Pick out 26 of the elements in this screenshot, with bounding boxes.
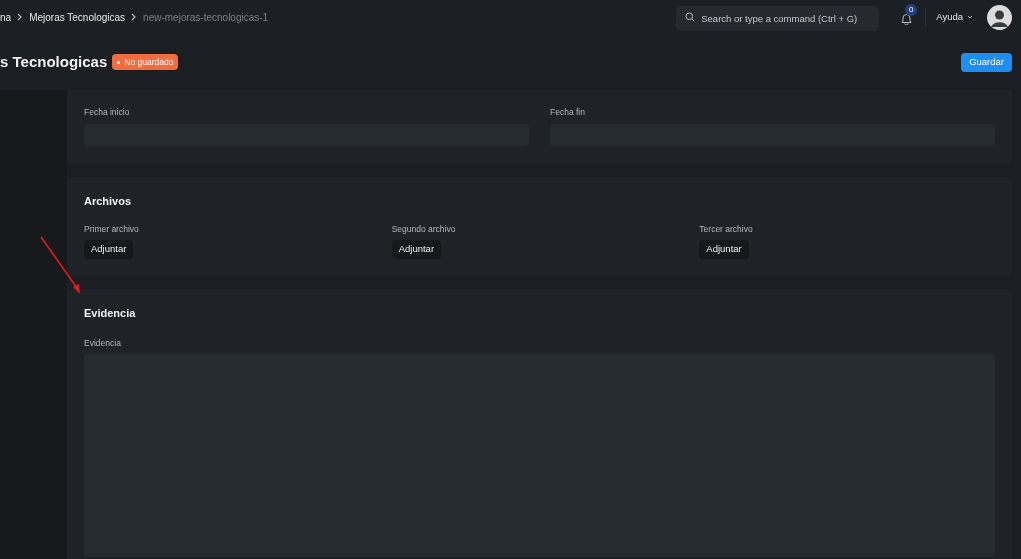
section-title: Evidencia <box>84 306 137 321</box>
avatar[interactable] <box>987 4 1012 30</box>
attach-button[interactable]: Adjuntar <box>391 240 442 259</box>
field-label: Fecha fin <box>550 106 586 119</box>
breadcrumb-link[interactable]: Mejoras Tecnologicas <box>29 9 126 25</box>
chevron-icon <box>17 13 24 21</box>
search-field[interactable]: Search or type a command (Ctrl + G) <box>676 5 880 31</box>
page-title: s Tecnologicas <box>0 51 108 72</box>
annotation-arrow <box>40 236 82 296</box>
field-label: Primer archivo <box>84 223 139 236</box>
attach-button[interactable]: Adjuntar <box>699 240 749 259</box>
search-icon <box>685 12 696 22</box>
caret-icon <box>967 15 973 19</box>
help-menu[interactable]: Ayuda <box>936 9 973 25</box>
field-label: Fecha inicio <box>84 106 131 119</box>
section-title: Archivos <box>84 193 133 209</box>
notification-badge: 0 <box>905 4 918 16</box>
attach-button[interactable]: Adjuntar <box>84 240 134 259</box>
bell-icon[interactable] <box>901 13 913 25</box>
field-label: Evidencia <box>84 336 122 350</box>
breadcrumb-link[interactable]: na <box>0 9 12 25</box>
breadcrumb-link[interactable]: new-mejoras-tecnologicas-1 <box>143 9 269 25</box>
field-label: Tercer archivo <box>699 223 753 236</box>
status-badge: No guardado <box>112 54 179 70</box>
chevron-icon <box>131 13 138 21</box>
field-label: Segundo archivo <box>391 223 456 236</box>
